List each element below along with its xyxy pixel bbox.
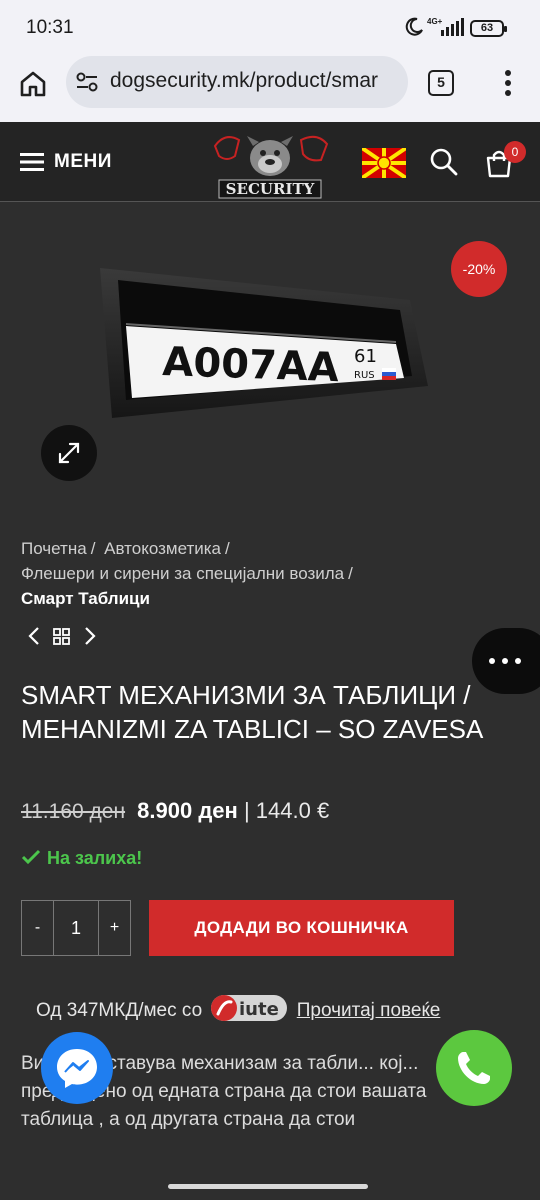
do-not-disturb-icon (405, 17, 423, 36)
gesture-bar (168, 1184, 368, 1189)
plate-region: 61 (354, 346, 377, 367)
call-button[interactable] (436, 1030, 512, 1106)
check-icon (21, 849, 41, 865)
stock-label: На залиха! (47, 848, 143, 868)
plate-number: A007AA (162, 339, 340, 391)
product-navigation (28, 627, 96, 645)
iute-logo: iute (211, 995, 288, 1021)
product-title: SMART МЕХАНИЗМИ ЗА ТАБЛИЦИ / MEHANIZMI Z… (21, 680, 484, 744)
breadcrumb: Почетна / Автокозметика / Флешери и сирени… (21, 539, 353, 608)
battery-icon: 63 (470, 20, 507, 37)
phone-icon (458, 1052, 490, 1084)
logo-text: SECURITY (226, 180, 315, 198)
breadcrumb-link-subcategory[interactable]: Флешери и сирени за специјални возила (21, 564, 344, 583)
financing-text: Од 347МКД/мес со (36, 1000, 203, 1021)
url-text: dogsecurity.mk/product/smar (110, 69, 379, 92)
eur-price: | 144.0 € (243, 798, 330, 823)
breadcrumb-link-home[interactable]: Почетна (21, 539, 87, 558)
signal-icon (441, 18, 464, 36)
financing-info: Од 347МКД/мес со iute Прочитај повеќе (36, 994, 440, 1022)
hamburger-icon[interactable] (20, 152, 44, 172)
expand-icon (58, 442, 80, 464)
price-row: 11.160 ден 8.900 ден | 144.0 € (21, 798, 329, 824)
home-icon[interactable] (18, 69, 48, 99)
quantity-input[interactable]: 1 (54, 901, 98, 955)
iute-brand: iute (239, 999, 279, 1020)
quantity-increase-button[interactable]: + (98, 901, 130, 955)
site-settings-icon[interactable] (76, 72, 98, 92)
next-product-icon (85, 627, 96, 645)
site-logo[interactable]: SECURITY (205, 126, 335, 200)
tab-switcher-button[interactable]: 5 (428, 70, 454, 96)
search-icon[interactable] (430, 148, 458, 176)
prev-product-icon (28, 627, 39, 645)
menu-button[interactable]: МЕНИ (54, 151, 112, 173)
address-bar[interactable]: dogsecurity.mk/product/smar (66, 56, 408, 108)
clock: 10:31 (26, 17, 74, 38)
browser-menu-icon[interactable] (498, 68, 518, 98)
grid-icon (53, 628, 70, 645)
messenger-icon (57, 1049, 97, 1088)
plate-country: RUS (354, 370, 375, 381)
site-header: МЕНИ SECURITY (0, 122, 540, 202)
breadcrumb-link-category[interactable]: Автокозметика (104, 539, 221, 558)
stock-status: На залиха! (21, 848, 142, 869)
macedonia-flag-icon[interactable] (362, 148, 406, 178)
read-more-link[interactable]: Прочитај повеќе (297, 1000, 441, 1021)
cart-count-badge: 0 (504, 141, 526, 163)
old-price: 11.160 ден (21, 800, 126, 823)
zoom-button[interactable] (41, 425, 97, 481)
quantity-stepper: - 1 + (21, 900, 131, 956)
sale-badge: -20% (451, 241, 507, 297)
breadcrumb-current: Смарт Таблици (21, 589, 150, 608)
quantity-decrease-button[interactable]: - (22, 901, 54, 955)
sale-price: 8.900 ден (137, 798, 238, 823)
browser-toolbar: dogsecurity.mk/product/smar 5 (0, 56, 540, 122)
product-image[interactable]: A007AA 61 RUS (92, 258, 432, 428)
messenger-button[interactable] (41, 1032, 113, 1104)
add-to-cart-button[interactable]: ДОДАДИ ВО КОШНИЧКА (149, 900, 454, 956)
status-bar: 10:31 4G+ 63 (0, 0, 540, 56)
